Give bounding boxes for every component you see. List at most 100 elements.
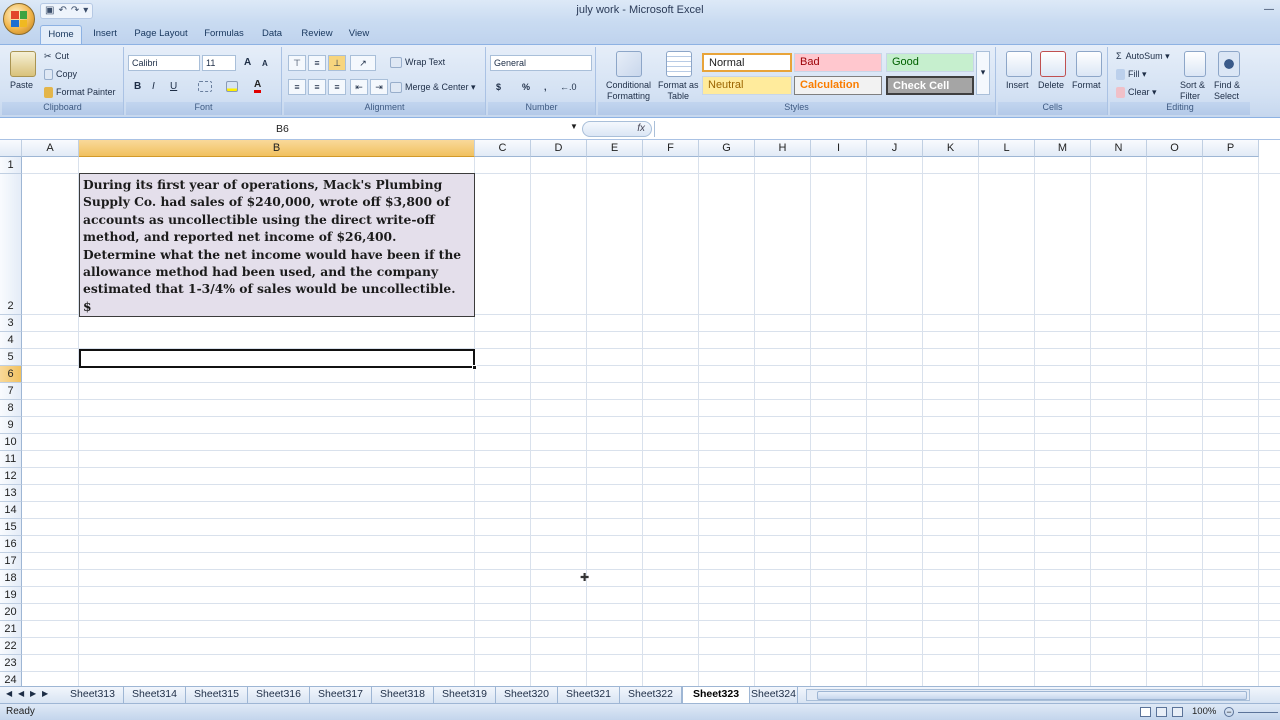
- sheet-tab-sheet317[interactable]: Sheet317: [310, 687, 372, 703]
- percent-button[interactable]: %: [522, 82, 530, 92]
- row-header-14[interactable]: 14: [0, 502, 22, 519]
- style-bad[interactable]: Bad: [794, 53, 882, 72]
- zoom-level[interactable]: 100%: [1192, 706, 1216, 717]
- row-header-7[interactable]: 7: [0, 383, 22, 400]
- underline-button[interactable]: U: [170, 81, 177, 92]
- align-center-icon[interactable]: ≡: [308, 79, 326, 95]
- row-header-11[interactable]: 11: [0, 451, 22, 468]
- column-header-k[interactable]: K: [923, 140, 979, 157]
- orientation-icon[interactable]: ↗: [350, 55, 376, 71]
- column-header-b[interactable]: B: [79, 140, 475, 157]
- tab-data[interactable]: Data: [256, 25, 288, 44]
- cut-button[interactable]: ✂ Cut: [44, 51, 69, 62]
- column-header-o[interactable]: O: [1147, 140, 1203, 157]
- insert-cells-icon[interactable]: [1006, 51, 1032, 77]
- sheet-tab-sheet319[interactable]: Sheet319: [434, 687, 496, 703]
- row-header-6[interactable]: 6: [0, 366, 22, 383]
- style-check-cell[interactable]: Check Cell: [886, 76, 974, 95]
- fill-color-button[interactable]: [226, 81, 241, 93]
- row-header-12[interactable]: 12: [0, 468, 22, 485]
- font-name-select[interactable]: Calibri: [128, 55, 200, 71]
- grow-font-button[interactable]: A: [244, 57, 251, 68]
- prev-sheet-icon[interactable]: ◀: [18, 689, 24, 698]
- fill-handle[interactable]: [472, 365, 477, 370]
- style-calculation[interactable]: Calculation: [794, 76, 882, 95]
- styles-more-icon[interactable]: ▾: [976, 51, 990, 95]
- save-icon[interactable]: ▣: [45, 4, 54, 18]
- tab-home[interactable]: Home: [40, 25, 82, 44]
- format-painter-button[interactable]: Format Painter: [44, 87, 116, 99]
- row-header-3[interactable]: 3: [0, 315, 22, 332]
- conditional-formatting-button[interactable]: Conditional Formatting: [606, 80, 651, 102]
- format-as-table-icon[interactable]: [666, 51, 692, 77]
- column-header-m[interactable]: M: [1035, 140, 1091, 157]
- tab-view[interactable]: View: [342, 25, 376, 44]
- wrap-text-button[interactable]: Wrap Text: [390, 57, 445, 69]
- customize-qat-icon[interactable]: ▾: [83, 4, 88, 18]
- find-select-button[interactable]: Find & Select: [1214, 80, 1240, 102]
- sheet-tab-sheet322[interactable]: Sheet322: [620, 687, 682, 703]
- format-cells-icon[interactable]: [1076, 51, 1102, 77]
- currency-button[interactable]: $: [496, 82, 501, 92]
- delete-cells-button[interactable]: Delete: [1038, 80, 1064, 90]
- increase-decimal-icon[interactable]: ←.0: [560, 82, 577, 92]
- column-header-j[interactable]: J: [867, 140, 923, 157]
- style-good[interactable]: Good: [886, 53, 974, 72]
- row-header-16[interactable]: 16: [0, 536, 22, 553]
- row-header-23[interactable]: 23: [0, 655, 22, 672]
- select-all-corner[interactable]: [0, 140, 22, 157]
- insert-cells-button[interactable]: Insert: [1006, 80, 1029, 90]
- align-left-icon[interactable]: ≡: [288, 79, 306, 95]
- zoom-slider[interactable]: [1238, 712, 1278, 713]
- first-sheet-icon[interactable]: ◀: [6, 689, 12, 698]
- comma-button[interactable]: ,: [544, 82, 547, 92]
- conditional-formatting-icon[interactable]: [616, 51, 642, 77]
- redo-icon[interactable]: ↷: [71, 4, 79, 18]
- font-size-select[interactable]: 11: [202, 55, 236, 71]
- sheet-tab-sheet323[interactable]: Sheet323: [682, 687, 750, 703]
- page-layout-view-icon[interactable]: [1156, 707, 1167, 717]
- format-cells-button[interactable]: Format: [1072, 80, 1101, 90]
- borders-button[interactable]: [198, 81, 215, 93]
- normal-view-icon[interactable]: [1140, 707, 1151, 717]
- clear-button[interactable]: Clear ▾: [1116, 87, 1157, 99]
- tab-review[interactable]: Review: [296, 25, 338, 44]
- row-header-15[interactable]: 15: [0, 519, 22, 536]
- zoom-out-icon[interactable]: −: [1224, 707, 1234, 717]
- column-header-d[interactable]: D: [531, 140, 587, 157]
- shrink-font-button[interactable]: A: [262, 59, 268, 68]
- font-color-button[interactable]: A: [254, 80, 262, 93]
- column-header-f[interactable]: F: [643, 140, 699, 157]
- delete-cells-icon[interactable]: [1040, 51, 1066, 77]
- sheet-tab-sheet318[interactable]: Sheet318: [372, 687, 434, 703]
- column-header-i[interactable]: I: [811, 140, 867, 157]
- autosum-button[interactable]: Σ AutoSum ▾: [1116, 51, 1170, 62]
- cell-b2-merged[interactable]: During its first year of operations, Mac…: [79, 173, 475, 317]
- next-sheet-icon[interactable]: ▶: [30, 689, 36, 698]
- paste-button[interactable]: Paste: [10, 80, 33, 90]
- row-header-21[interactable]: 21: [0, 621, 22, 638]
- row-header-17[interactable]: 17: [0, 553, 22, 570]
- row-header-13[interactable]: 13: [0, 485, 22, 502]
- decrease-indent-icon[interactable]: ⇤: [350, 79, 368, 95]
- copy-button[interactable]: Copy: [44, 69, 77, 81]
- row-header-18[interactable]: 18: [0, 570, 22, 587]
- column-header-p[interactable]: P: [1203, 140, 1259, 157]
- sheet-tab-sheet315[interactable]: Sheet315: [186, 687, 248, 703]
- sort-filter-icon[interactable]: [1184, 51, 1206, 77]
- minimize-icon[interactable]: —: [1264, 4, 1274, 15]
- name-box[interactable]: B6: [0, 121, 580, 137]
- row-header-4[interactable]: 4: [0, 332, 22, 349]
- row-header-19[interactable]: 19: [0, 587, 22, 604]
- last-sheet-icon[interactable]: ▶: [42, 689, 48, 698]
- format-as-table-button[interactable]: Format as Table: [658, 80, 699, 102]
- paste-icon[interactable]: [10, 51, 36, 77]
- style-normal[interactable]: Normal: [702, 53, 792, 72]
- row-header-8[interactable]: 8: [0, 400, 22, 417]
- align-right-icon[interactable]: ≡: [328, 79, 346, 95]
- fill-button[interactable]: Fill ▾: [1116, 69, 1147, 81]
- office-button[interactable]: [3, 3, 35, 35]
- sheet-tab-sheet320[interactable]: Sheet320: [496, 687, 558, 703]
- align-top-icon[interactable]: ⊤: [288, 55, 306, 71]
- binoculars-icon[interactable]: [1218, 51, 1240, 77]
